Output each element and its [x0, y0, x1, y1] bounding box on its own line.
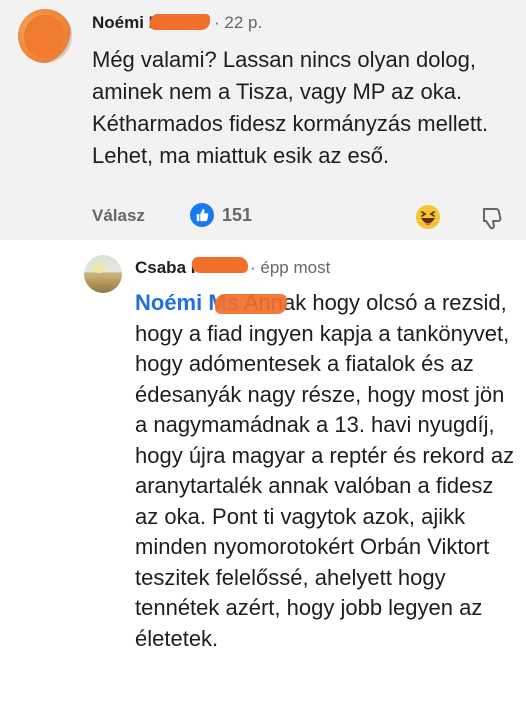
avatar[interactable] [18, 9, 72, 63]
thumbs-up-icon [190, 203, 214, 227]
redaction-mark [150, 14, 210, 30]
laugh-emoji-icon[interactable] [414, 203, 442, 231]
reply-body: Annak hogy olcsó a rezsid, hogy a fiad i… [135, 290, 515, 651]
reply-timestamp[interactable]: · épp most [250, 258, 330, 278]
comment-card: Noémi M · 22 p. Még valami? Lassan nincs… [0, 0, 526, 240]
comment-text: Még valami? Lassan nincs olyan dolog, am… [92, 47, 489, 168]
mention-name[interactable]: Noémi M [135, 290, 227, 315]
thumbs-down-icon[interactable] [478, 204, 506, 232]
reply-button[interactable]: Válasz [92, 206, 145, 226]
avatar[interactable] [84, 255, 122, 293]
redaction-mark [24, 15, 64, 57]
comment-timestamp[interactable]: · 22 p. [214, 13, 262, 33]
like-count: 151 [222, 204, 253, 225]
redaction-mark [215, 294, 287, 314]
like-reactions[interactable]: 151 [190, 203, 252, 227]
redaction-mark [192, 257, 248, 273]
avatar-image-detail [92, 263, 106, 273]
reply-text: Noémi Ms Annak hogy olcsó a rezsid, hogy… [135, 288, 515, 654]
